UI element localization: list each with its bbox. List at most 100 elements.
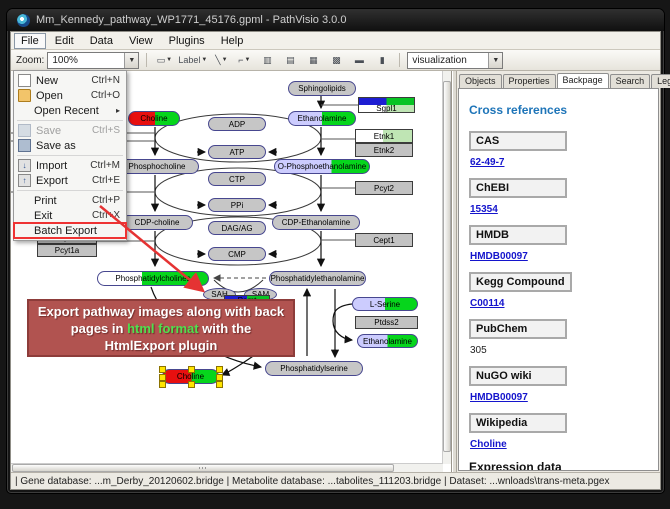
- distribute-horizontal-button[interactable]: ▦: [303, 51, 323, 69]
- pathway-node-label: Sgpl1: [376, 104, 396, 113]
- menu-item-open-recent[interactable]: Open Recent▸: [14, 103, 126, 118]
- menu-plugins[interactable]: Plugins: [162, 33, 212, 49]
- dropdown-arrow-icon[interactable]: ▼: [201, 57, 207, 63]
- pathway-node-phosphocholine[interactable]: Phosphocholine: [115, 159, 199, 174]
- pathway-node-label: Sphingolipids: [298, 84, 346, 93]
- selection-handle[interactable]: [159, 381, 166, 388]
- selection-handle[interactable]: [188, 366, 195, 373]
- xref-link[interactable]: Choline: [470, 439, 648, 450]
- xref-link[interactable]: C00114: [470, 298, 648, 309]
- canvas-horizontal-scrollbar[interactable]: [11, 463, 443, 472]
- pathway-node-sphingolipids[interactable]: Sphingolipids: [288, 81, 356, 96]
- new-connector-button[interactable]: ⌐▼: [234, 51, 254, 69]
- new-datanode-button[interactable]: ▭▼: [154, 51, 174, 69]
- pathway-node-ethanolamine[interactable]: Ethanolamine: [357, 334, 418, 348]
- pathway-node-ctp[interactable]: CTP: [208, 172, 266, 186]
- menu-edit[interactable]: Edit: [48, 33, 81, 49]
- pathvisio-app-icon: [17, 14, 30, 27]
- menu-item-save[interactable]: SaveCtrl+S: [14, 123, 126, 138]
- pathway-node-label: DAG/AG: [221, 224, 252, 233]
- pathway-node-atp[interactable]: ATP: [208, 145, 266, 159]
- menu-file[interactable]: File: [14, 33, 46, 49]
- common-height-button[interactable]: ▮: [372, 51, 392, 69]
- tab-properties[interactable]: Properties: [503, 74, 556, 88]
- menu-item-label: Open Recent: [34, 105, 99, 117]
- tab-legend[interactable]: Legend: [651, 74, 670, 88]
- selection-handle[interactable]: [216, 374, 223, 381]
- pathway-node-l-serine[interactable]: L-Serine: [352, 297, 418, 311]
- menu-item-import[interactable]: ↓ImportCtrl+M: [14, 158, 126, 173]
- pathway-node-adp[interactable]: ADP: [208, 117, 266, 131]
- title-bar[interactable]: Mm_Kennedy_pathway_WP1771_45176.gpml - P…: [7, 9, 664, 31]
- pathway-node-cdp-ethanolamine[interactable]: CDP-Ethanolamine: [272, 215, 360, 230]
- menu-item-new[interactable]: NewCtrl+N: [14, 73, 126, 88]
- pathway-node-sgpl1[interactable]: Sgpl1: [358, 97, 415, 113]
- pathway-node-phosphatidylserine[interactable]: Phosphatidylserine: [265, 361, 363, 376]
- import-icon: ↓: [18, 159, 31, 172]
- menu-item-batch-export[interactable]: Batch Export: [14, 223, 126, 238]
- menu-help[interactable]: Help: [214, 33, 251, 49]
- align-middle-button[interactable]: ▤: [280, 51, 300, 69]
- dropdown-arrow-icon[interactable]: ▼: [166, 57, 172, 63]
- horizontal-scroll-thumb[interactable]: [12, 464, 394, 472]
- selection-handle[interactable]: [159, 374, 166, 381]
- selection-handle[interactable]: [188, 381, 195, 388]
- pathway-node-etnk2[interactable]: Etnk2: [355, 143, 413, 157]
- pathway-node-etnk1[interactable]: Etnk1: [355, 129, 413, 143]
- menu-item-open[interactable]: OpenCtrl+O: [14, 88, 126, 103]
- menu-item-exit[interactable]: ExitCtrl+X: [14, 208, 126, 223]
- xref-link[interactable]: HMDB00097: [470, 392, 648, 403]
- visualization-combobox[interactable]: visualization ▼: [407, 52, 503, 69]
- menu-data[interactable]: Data: [83, 33, 120, 49]
- menu-item-print[interactable]: PrintCtrl+P: [14, 193, 126, 208]
- xref-link[interactable]: 62-49-7: [470, 157, 648, 168]
- pathway-node-label: Cept1: [373, 236, 394, 245]
- pathway-node-label: Pcyt2: [374, 184, 394, 193]
- align-center-button[interactable]: ▥: [257, 51, 277, 69]
- distribute-vertical-button[interactable]: ▩: [326, 51, 346, 69]
- dropdown-arrow-icon[interactable]: ▼: [244, 57, 250, 63]
- pathway-node-cept1[interactable]: Cept1: [355, 233, 413, 247]
- xref-link[interactable]: 15354: [470, 204, 648, 215]
- zoom-dropdown-arrow[interactable]: ▼: [124, 53, 138, 68]
- xref-section-cas: CAS62-49-7: [469, 131, 648, 168]
- menu-item-export[interactable]: ↑ExportCtrl+E: [14, 173, 126, 188]
- tab-backpage[interactable]: Backpage: [557, 73, 609, 88]
- tab-search[interactable]: Search: [610, 74, 651, 88]
- pathway-node-phosphatidylcholines[interactable]: Phosphatidylcholines: [97, 271, 209, 286]
- pathway-node-ptdss2[interactable]: Ptdss2: [355, 316, 418, 329]
- xref-section-kegg-compound: Kegg CompoundC00114: [469, 272, 648, 309]
- pathway-node-label: Etnk1: [374, 132, 394, 141]
- pathway-node-ppi[interactable]: PPi: [208, 198, 266, 212]
- open-icon: [18, 89, 31, 102]
- menu-item-save-as[interactable]: Save as: [14, 138, 126, 153]
- zoom-combobox[interactable]: 100% ▼: [47, 52, 139, 69]
- new-line-button[interactable]: ╲▼: [211, 51, 231, 69]
- side-panel: ObjectsPropertiesBackpageSearchLegend Cr…: [457, 71, 660, 472]
- pathway-node-cdp-choline[interactable]: CDP-choline: [121, 215, 193, 230]
- pathway-node-pcyt2[interactable]: Pcyt2: [355, 181, 413, 195]
- pathway-node-pcyt1a[interactable]: Pcyt1a: [37, 244, 97, 257]
- pathway-node-choline[interactable]: Choline: [128, 111, 180, 126]
- menu-item-shortcut: Ctrl+O: [91, 90, 120, 101]
- dropdown-arrow-icon[interactable]: ▼: [222, 57, 228, 63]
- vertical-scroll-thumb[interactable]: [443, 81, 451, 452]
- pathway-node-phosphatidylethanolamine[interactable]: Phosphatidylethanolamine: [269, 271, 366, 286]
- app-body: FileEditDataViewPluginsHelp Zoom: 100% ▼…: [10, 31, 661, 490]
- common-width-button[interactable]: ▬: [349, 51, 369, 69]
- selection-handle[interactable]: [216, 381, 223, 388]
- pathway-node-label: CMP: [228, 250, 246, 259]
- pathway-node-ethanolamine[interactable]: Ethanolamine: [288, 111, 356, 126]
- pathway-node-cmp[interactable]: CMP: [208, 247, 266, 261]
- pathway-node-o-phosphoethanolamine[interactable]: O-Phosphoethanolamine: [274, 159, 370, 174]
- callout-line2-pre: pages in: [71, 321, 127, 336]
- new-label-button[interactable]: Label▼: [177, 51, 208, 69]
- pathway-node-dag-ag[interactable]: DAG/AG: [208, 221, 266, 235]
- xref-link[interactable]: HMDB00097: [470, 251, 648, 262]
- selection-handle[interactable]: [216, 366, 223, 373]
- menu-view[interactable]: View: [122, 33, 160, 49]
- visualization-dropdown-arrow[interactable]: ▼: [488, 53, 502, 68]
- canvas-vertical-scrollbar[interactable]: [442, 71, 451, 464]
- tab-objects[interactable]: Objects: [459, 74, 502, 88]
- selection-handle[interactable]: [159, 366, 166, 373]
